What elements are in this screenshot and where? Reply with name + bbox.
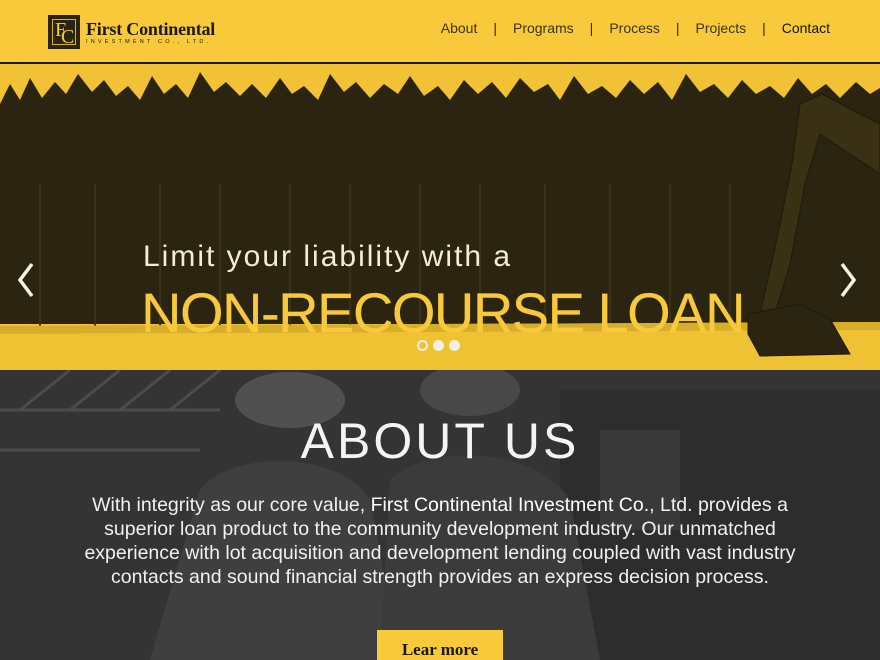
logo-mark: F C [48,15,80,49]
slider-prev-button[interactable] [14,260,38,300]
nav-separator: | [493,20,497,36]
nav-item-contact[interactable]: Contact [782,20,830,36]
chevron-left-icon [17,262,34,298]
nav-item-projects[interactable]: Projects [696,20,747,36]
brand-name: First Continental [86,18,216,39]
slider-dot-2[interactable] [433,340,444,351]
hero-slider: Limit your liability with a NON-RECOURSE… [0,64,880,370]
nav-separator: | [589,20,594,36]
slider-next-button[interactable] [836,260,860,300]
brand-subtitle: INVESTMENT CO., LTD. [86,38,212,45]
site-header: F C First Continental INVESTMENT CO., LT… [0,0,880,64]
logo[interactable]: F C First Continental INVESTMENT CO., LT… [48,14,215,50]
nav-separator: | [762,20,766,36]
slider-dot-1[interactable] [417,340,428,351]
nav-item-process[interactable]: Process [609,20,660,36]
logo-text: First Continental INVESTMENT CO., LTD. [86,20,215,45]
learn-more-button[interactable]: Lear more [377,630,503,660]
about-description: With integrity as our core value, First … [55,493,825,589]
about-text-intro: With integrity as our core value, [92,494,371,516]
hero-headline-line-1: Limit your liability with a [143,240,513,273]
hero-headline-line-2: NON-RECOURSE LOAN [141,281,746,344]
slider-pagination [417,340,460,351]
about-company-name: First Continental Investment Co. [370,494,650,516]
chevron-right-icon [840,262,857,298]
nav-separator: | [675,20,680,36]
slider-dot-3[interactable] [449,340,460,351]
nav-item-programs[interactable]: Programs [513,20,574,36]
nav-item-about[interactable]: About [441,20,478,36]
about-title: ABOUT US [300,413,580,469]
logo-initial-c: C [61,26,75,48]
main-nav: About | Programs | Process | Projects | … [441,20,830,36]
